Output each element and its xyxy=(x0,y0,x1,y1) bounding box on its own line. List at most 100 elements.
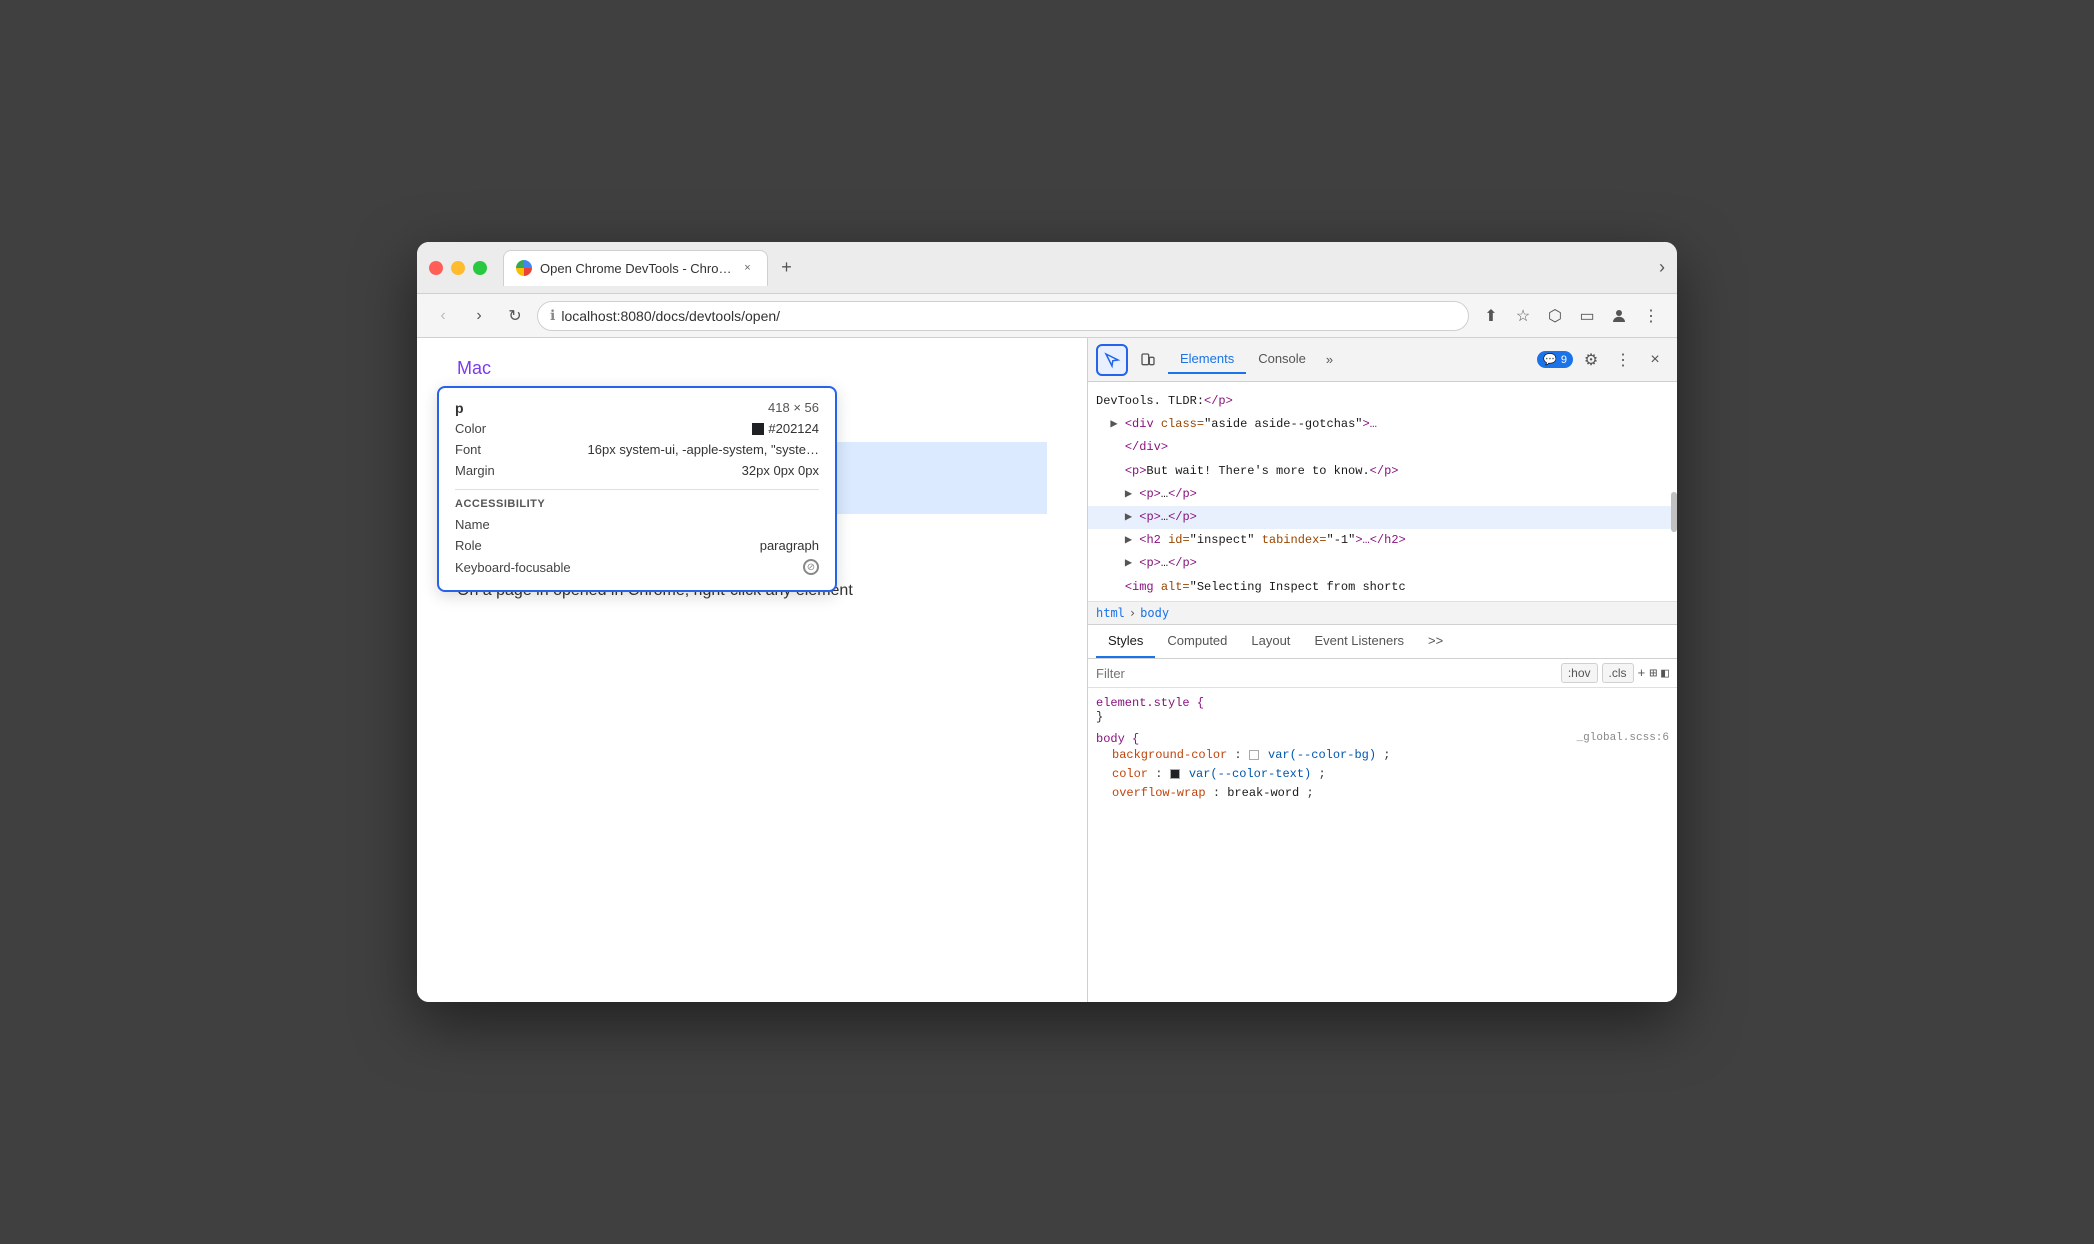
tooltip-role-label: Role xyxy=(455,538,482,553)
more-tabs-button[interactable]: » xyxy=(1318,348,1341,371)
more-options-button[interactable]: ⋮ xyxy=(1637,302,1665,330)
dom-selected-line[interactable]: ▶ <p>…</p> xyxy=(1088,506,1677,529)
tooltip-tag: p xyxy=(455,400,464,416)
styles-tab-more[interactable]: >> xyxy=(1416,625,1455,658)
css-source: _global.scss:6 xyxy=(1577,732,1669,744)
browser-window: Open Chrome DevTools - Chro… × + › ‹ › ↻… xyxy=(417,242,1677,1002)
tooltip-header: p 418 × 56 xyxy=(455,400,819,418)
extension-button[interactable]: ⬡ xyxy=(1541,302,1569,330)
devtools-more-button[interactable]: ⋮ xyxy=(1609,346,1637,374)
styles-panel: Styles Computed Layout Event Listeners >… xyxy=(1088,625,1677,1002)
tooltip-divider xyxy=(455,489,819,490)
devtools-tab-bar: Elements Console » xyxy=(1168,345,1533,374)
css-property-bg: background-color : var(--color-bg) ; xyxy=(1096,746,1669,765)
mac-label: Mac xyxy=(457,358,1047,379)
nav-actions: ⬆ ☆ ⬡ ▭ ⋮ xyxy=(1477,302,1665,330)
css-overflow-wrap-value: break-word xyxy=(1227,786,1299,800)
new-tab-button[interactable]: + xyxy=(772,254,800,282)
tooltip-keyboard-row: Keyboard-focusable ⊘ xyxy=(455,556,819,578)
cls-button[interactable]: .cls xyxy=(1602,663,1634,683)
tooltip-font-label: Font xyxy=(455,442,481,457)
tooltip-color-value: #202124 xyxy=(752,421,819,436)
dom-scrollbar[interactable] xyxy=(1671,492,1677,532)
dom-tree-container: DevTools. TLDR:</p> ▶ <div class="aside … xyxy=(1088,382,1677,602)
notification-badge[interactable]: 💬 9 xyxy=(1537,351,1573,368)
dom-line: ▶ <p>…</p> xyxy=(1088,552,1677,575)
device-toolbar-button[interactable] xyxy=(1132,344,1164,376)
tab-console[interactable]: Console xyxy=(1246,345,1318,374)
css-rule-element-style: element.style { } xyxy=(1096,696,1669,724)
tooltip-margin-label: Margin xyxy=(455,463,495,478)
tooltip-role-row: Role paragraph xyxy=(455,535,819,556)
css-property-overflow-wrap: overflow-wrap : break-word ; xyxy=(1096,784,1669,803)
dom-expand-icon[interactable]: ▶ xyxy=(1125,487,1132,501)
css-property-color: color : var(--color-text) ; xyxy=(1096,765,1669,784)
styles-content: element.style { } _global.scss:6 body { … xyxy=(1088,688,1677,820)
breadcrumb-html[interactable]: html xyxy=(1096,606,1125,620)
traffic-lights xyxy=(429,261,487,275)
tooltip-font-row: Font 16px system-ui, -apple-system, "sys… xyxy=(455,439,819,460)
bookmark-button[interactable]: ☆ xyxy=(1509,302,1537,330)
tooltip-font-value: 16px system-ui, -apple-system, "syste… xyxy=(588,442,819,457)
active-tab[interactable]: Open Chrome DevTools - Chro… × xyxy=(503,250,768,286)
text-color-swatch[interactable] xyxy=(1170,769,1180,779)
tooltip-color-label: Color xyxy=(455,421,486,436)
css-selector: body { xyxy=(1096,732,1139,746)
dom-expand-icon[interactable]: ▶ xyxy=(1110,417,1117,431)
tooltip-role-value: paragraph xyxy=(760,538,819,553)
tab-favicon xyxy=(516,260,532,276)
minimize-window-button[interactable] xyxy=(451,261,465,275)
tab-menu-button[interactable]: › xyxy=(1659,257,1665,278)
notification-icon: 💬 xyxy=(1543,353,1557,366)
inspect-element-button[interactable] xyxy=(1096,344,1128,376)
styles-tab-styles[interactable]: Styles xyxy=(1096,625,1155,658)
profile-button[interactable] xyxy=(1605,302,1633,330)
devtools-toolbar: Elements Console » 💬 9 ⚙ ⋮ × xyxy=(1088,338,1677,382)
security-icon: ℹ xyxy=(550,307,555,324)
dom-text: DevTools. TLDR: xyxy=(1096,394,1204,408)
close-window-button[interactable] xyxy=(429,261,443,275)
devtools-close-button[interactable]: × xyxy=(1641,346,1669,374)
refresh-button[interactable]: ↻ xyxy=(501,302,529,330)
styles-tab-computed[interactable]: Computed xyxy=(1155,625,1239,658)
notification-count: 9 xyxy=(1561,354,1567,366)
cast-button[interactable]: ▭ xyxy=(1573,302,1601,330)
hov-button[interactable]: :hov xyxy=(1561,663,1598,683)
url-text: localhost:8080/docs/devtools/open/ xyxy=(561,308,1456,324)
dom-expand-icon[interactable]: ▶ xyxy=(1125,556,1132,570)
breadcrumb-body[interactable]: body xyxy=(1140,606,1169,620)
forward-button[interactable]: › xyxy=(465,302,493,330)
dom-expand-icon[interactable]: ▶ xyxy=(1125,510,1132,524)
bg-color-swatch[interactable] xyxy=(1249,750,1259,760)
dom-tree[interactable]: DevTools. TLDR:</p> ▶ <div class="aside … xyxy=(1088,382,1677,602)
back-button[interactable]: ‹ xyxy=(429,302,457,330)
tooltip-keyboard-value: ⊘ xyxy=(803,559,819,575)
breadcrumbs: html › body xyxy=(1088,602,1677,625)
dom-expand-icon[interactable]: ▶ xyxy=(1125,533,1132,547)
layout-button[interactable]: ◧ xyxy=(1661,666,1669,681)
css-close-brace: } xyxy=(1096,710,1103,724)
styles-filter-input[interactable] xyxy=(1096,666,1557,681)
styles-tab-bar: Styles Computed Layout Event Listeners >… xyxy=(1088,625,1677,659)
css-var-color: var(--color-text) xyxy=(1189,767,1311,781)
tab-title: Open Chrome DevTools - Chro… xyxy=(540,261,731,276)
element-tooltip: p 418 × 56 Color #202124 Font 16px syste… xyxy=(437,386,837,592)
add-style-button[interactable]: + xyxy=(1638,666,1646,681)
dom-line: ▶ <p>…</p> xyxy=(1088,483,1677,506)
page-content: Mac Option + C Option + J p 418 × 56 Col… xyxy=(417,338,1087,1002)
share-button[interactable]: ⬆ xyxy=(1477,302,1505,330)
tooltip-keyboard-label: Keyboard-focusable xyxy=(455,560,571,575)
css-var-bg: var(--color-bg) xyxy=(1268,748,1376,762)
maximize-window-button[interactable] xyxy=(473,261,487,275)
accessibility-label: ACCESSIBILITY xyxy=(455,498,819,510)
styles-tab-event-listeners[interactable]: Event Listeners xyxy=(1302,625,1416,658)
tab-close-button[interactable]: × xyxy=(739,260,755,276)
devtools-settings-button[interactable]: ⚙ xyxy=(1577,346,1605,374)
tooltip-margin-value: 32px 0px 0px xyxy=(742,463,819,478)
styles-tab-layout[interactable]: Layout xyxy=(1239,625,1302,658)
tab-elements[interactable]: Elements xyxy=(1168,345,1246,374)
copy-styles-button[interactable]: ⊞ xyxy=(1649,666,1657,681)
address-bar[interactable]: ℹ localhost:8080/docs/devtools/open/ xyxy=(537,301,1469,331)
tooltip-dimensions: 418 × 56 xyxy=(768,400,819,415)
tooltip-name-label: Name xyxy=(455,517,490,532)
